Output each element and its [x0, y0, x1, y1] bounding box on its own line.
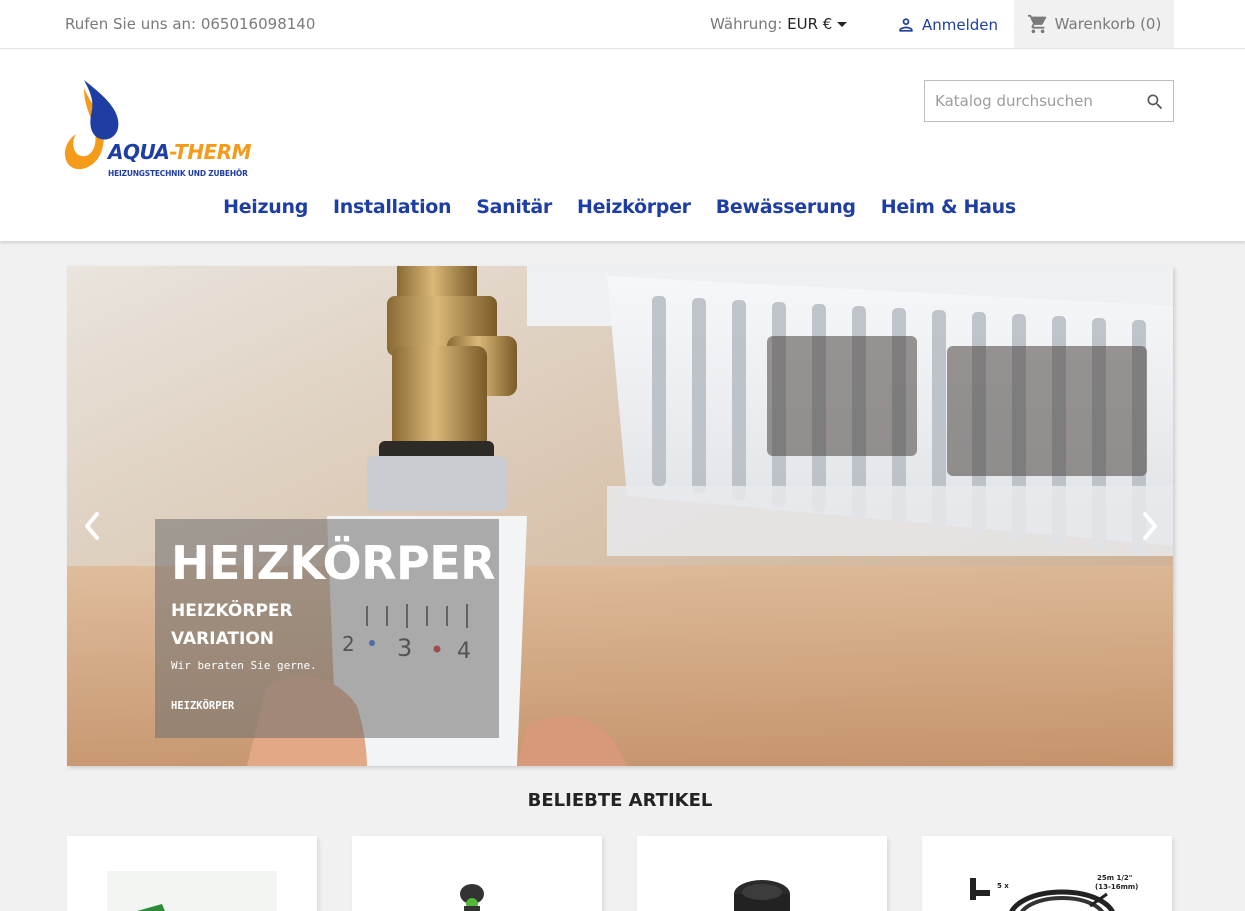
- product-card[interactable]: 5 x 25m 1/2" (13-16mm): [922, 836, 1172, 911]
- currency-label: Währung:: [710, 15, 783, 33]
- product-card[interactable]: [352, 836, 602, 911]
- caret-down-icon: [837, 22, 848, 27]
- chevron-left-icon: [85, 512, 99, 540]
- product-image: [107, 871, 277, 911]
- slider-prev-button[interactable]: [77, 506, 107, 546]
- slide-caption: HEIZKÖRPER HEIZKÖRPER VARIATION Wir bera…: [155, 519, 499, 738]
- svg-text:5 x: 5 x: [997, 882, 1009, 890]
- slide-text: Wir beraten Sie gerne.: [171, 659, 317, 672]
- nav-item-heizkoerper[interactable]: Heizkörper: [577, 196, 691, 226]
- cart-icon: [1027, 14, 1046, 34]
- product-grid: 5 x 25m 1/2" (13-16mm): [67, 836, 1173, 911]
- signin-label: Anmelden: [922, 16, 999, 34]
- search-input[interactable]: [935, 81, 1135, 121]
- slide-subtitle: HEIZKÖRPER VARIATION: [171, 601, 293, 649]
- cart-label: Warenkorb (0): [1054, 15, 1162, 33]
- logo-wordmark: AQUA-THERM: [108, 140, 252, 164]
- nav-item-sanitaer[interactable]: Sanitär: [476, 196, 552, 226]
- product-card[interactable]: [637, 836, 887, 911]
- chevron-right-icon: [1143, 512, 1157, 540]
- currency-value: EUR €: [787, 15, 833, 33]
- slide-title: HEIZKÖRPER: [171, 536, 496, 590]
- nav-item-heim-haus[interactable]: Heim & Haus: [881, 196, 1016, 226]
- nav-item-heizung[interactable]: Heizung: [223, 196, 308, 226]
- featured-products-title: BELIEBTE ARTIKEL: [527, 790, 713, 811]
- search-box: [924, 80, 1174, 122]
- cart-button[interactable]: Warenkorb (0): [1014, 0, 1174, 48]
- site-header: AQUA-THERM HEIZUNGSTECHNIK UND ZUBEHÖR H…: [0, 49, 1245, 241]
- nav-item-bewaesserung[interactable]: Bewässerung: [716, 196, 856, 226]
- person-icon: [899, 18, 913, 32]
- logo-tagline: HEIZUNGSTECHNIK UND ZUBEHÖR: [108, 169, 248, 178]
- product-card[interactable]: [67, 836, 317, 911]
- top-bar: Rufen Sie uns an: 065016098140 Währung: …: [0, 0, 1245, 49]
- product-image: [734, 880, 790, 911]
- product-image: 5 x 25m 1/2" (13-16mm): [970, 874, 1138, 911]
- search-icon[interactable]: [1145, 92, 1165, 112]
- svg-text:25m 1/2": 25m 1/2": [1097, 874, 1132, 882]
- signin-link[interactable]: Anmelden: [896, 15, 998, 35]
- slider-next-button[interactable]: [1135, 506, 1165, 546]
- nav-item-installation[interactable]: Installation: [333, 196, 452, 226]
- site-logo[interactable]: AQUA-THERM HEIZUNGSTECHNIK UND ZUBEHÖR: [62, 78, 252, 186]
- currency-selector[interactable]: Währung: EUR €: [710, 15, 848, 33]
- main-navigation: Heizung Installation Sanitär Heizkörper …: [0, 196, 1245, 226]
- hero-slider[interactable]: 2 3 4 HEIZKÖRPER HEIZKÖRPER VARIATION Wi…: [67, 266, 1173, 766]
- product-image: [460, 884, 484, 911]
- slide-link[interactable]: HEIZKÖRPER: [171, 700, 234, 712]
- contact-phone: Rufen Sie uns an: 065016098140: [65, 15, 316, 33]
- svg-text:(13-16mm): (13-16mm): [1095, 883, 1138, 891]
